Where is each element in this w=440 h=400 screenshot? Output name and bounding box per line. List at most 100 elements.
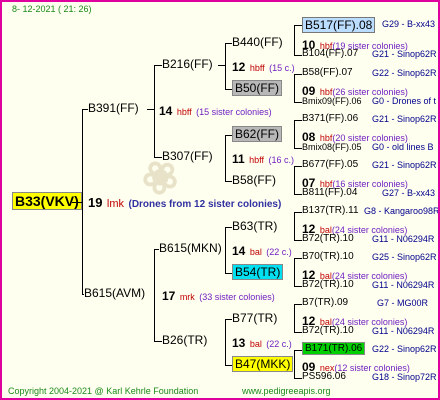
connector — [294, 212, 302, 213]
connector — [72, 202, 82, 203]
queen-b517[interactable]: B517(FF).08 — [302, 17, 376, 33]
queen-b72-a[interactable]: B72(TR).10 — [302, 234, 354, 244]
connector — [294, 74, 302, 75]
b26-info: 13 bal (22 c.) — [232, 336, 292, 350]
connector — [154, 65, 162, 66]
queen-b307[interactable]: B307(FF) — [162, 150, 213, 162]
gen4-2-line: G22 - Sinop62R — [372, 68, 437, 78]
connector — [154, 157, 162, 158]
connector — [225, 319, 232, 320]
queen-b50[interactable]: B50(FF) — [232, 80, 283, 96]
gen4-7-line: G27 - B-xx43 — [382, 188, 436, 198]
connector — [294, 25, 302, 26]
gen4-4-line: G21 - Sinop62R — [372, 114, 437, 124]
queen-b58-07[interactable]: B58(FF).07 — [302, 68, 353, 78]
connector — [294, 350, 302, 351]
queen-b26[interactable]: B26(TR) — [162, 334, 207, 346]
date-header: 8- 12-2021 ( 21: 26) — [12, 4, 92, 14]
connector — [294, 332, 302, 333]
queen-b47[interactable]: B47(MKK) — [232, 356, 294, 372]
connector — [294, 148, 302, 149]
gen4-6-line: G21 - Sinop62R — [372, 160, 437, 170]
connector — [225, 227, 232, 228]
gen4-15-line: G18 - Sinop72R — [372, 372, 437, 382]
connector — [294, 25, 295, 55]
queen-b216[interactable]: B216(FF) — [162, 58, 213, 70]
gen4-11-line: G11 - N06294R — [372, 280, 435, 290]
root-queen-name: B33(VKV) — [12, 192, 82, 210]
queen-b811[interactable]: B811(FF).04 — [302, 188, 357, 198]
queen-bmix09[interactable]: Bmix09(FF).06 — [302, 97, 362, 106]
connector — [225, 181, 232, 182]
queen-b77[interactable]: B77(TR) — [232, 312, 277, 324]
b615mkn-info: 14 bal (22 c.) — [232, 244, 292, 258]
connector — [154, 249, 159, 250]
root-queen[interactable]: B33(VKV) — [12, 192, 82, 210]
queen-b104[interactable]: B104(FF).07 — [302, 49, 358, 59]
connector — [294, 258, 302, 259]
queen-ps596[interactable]: PS596.06 — [302, 372, 346, 382]
connector — [294, 74, 295, 102]
connector — [225, 365, 232, 366]
b216-info: 12 hbff (15 c.) — [232, 60, 295, 74]
gen4-13-line: G11 - N06294R — [372, 326, 435, 336]
gen4-3-line: G0 - Drones of t — [372, 96, 437, 106]
connector — [294, 194, 302, 195]
connector — [225, 135, 232, 136]
connector — [154, 341, 162, 342]
copyright-footer: Copyright 2004-2021 @ Karl Kehrle Founda… — [8, 386, 199, 396]
gen4-5-line: G0 - old lines B — [372, 142, 434, 152]
connector — [294, 286, 302, 287]
queen-b63[interactable]: B63(TR) — [232, 220, 277, 232]
queen-b440[interactable]: B440(FF) — [232, 36, 283, 48]
connector — [225, 43, 232, 44]
b307-info: 11 hbff (16 c.) — [232, 152, 294, 166]
connector — [218, 65, 225, 66]
dam-queen-b615avm[interactable]: B615(AVM) — [84, 287, 145, 299]
sire-b391-info: 14 hbff (15 sister colonies) — [159, 104, 272, 118]
queen-b371[interactable]: B371(FF).06 — [302, 114, 358, 124]
sire-queen-b391[interactable]: B391(FF) — [88, 102, 139, 114]
queen-bmix08[interactable]: Bmix08(FF).05 — [302, 143, 362, 152]
queen-b677[interactable]: B677(FF).05 — [302, 160, 358, 170]
gen4-9-line: G11 - N06294R — [372, 234, 435, 244]
connector — [147, 109, 154, 110]
gen4-14-line: G22 - Sinop62R — [372, 344, 437, 354]
connector — [225, 135, 226, 181]
site-link[interactable]: www.pedigreeapis.org — [242, 387, 331, 396]
connector — [294, 378, 302, 379]
pedigree-frame: ❀ 8- 12-2021 ( 21: 26) B33(VKV) 19 lmk (… — [0, 0, 440, 400]
gen4-10-line: G25 - Sinop62R — [372, 252, 437, 262]
queen-b54[interactable]: B54(TR) — [232, 264, 284, 280]
connector — [82, 294, 84, 295]
queen-b7[interactable]: B7(TR).09 — [302, 298, 348, 308]
gen4-8-line: G8 - Kangaroo98R — [364, 206, 440, 216]
connector — [154, 249, 155, 341]
queen-b70[interactable]: B70(TR).10 — [302, 252, 354, 262]
connector — [225, 89, 232, 90]
connector — [225, 227, 226, 273]
queen-b72-b[interactable]: B72(TR).10 — [302, 280, 354, 290]
gen4-12-line: G7 - MG00R — [377, 298, 429, 308]
connector — [225, 273, 232, 274]
connector — [294, 120, 295, 148]
queen-b137[interactable]: B137(TR).11 — [302, 206, 359, 216]
connector — [294, 304, 295, 332]
connector — [294, 55, 302, 56]
queen-b615mkn[interactable]: B615(MKN) — [159, 242, 222, 254]
connector — [154, 65, 155, 157]
connector — [225, 43, 226, 89]
dam-b615avm-info: 17 mrk (33 sister colonies) — [162, 289, 275, 303]
queen-b62[interactable]: B62(FF) — [232, 126, 283, 142]
queen-b58[interactable]: B58(FF) — [232, 174, 276, 186]
connector — [294, 166, 295, 194]
connector — [294, 166, 302, 167]
connector — [294, 350, 295, 378]
connector — [294, 304, 302, 305]
connector — [82, 109, 88, 110]
connector — [294, 212, 295, 240]
connector — [294, 258, 295, 286]
queen-b72-c[interactable]: B72(TR).10 — [302, 326, 354, 336]
connector — [82, 109, 83, 294]
queen-b171[interactable]: B171(TR).06 — [302, 342, 366, 355]
